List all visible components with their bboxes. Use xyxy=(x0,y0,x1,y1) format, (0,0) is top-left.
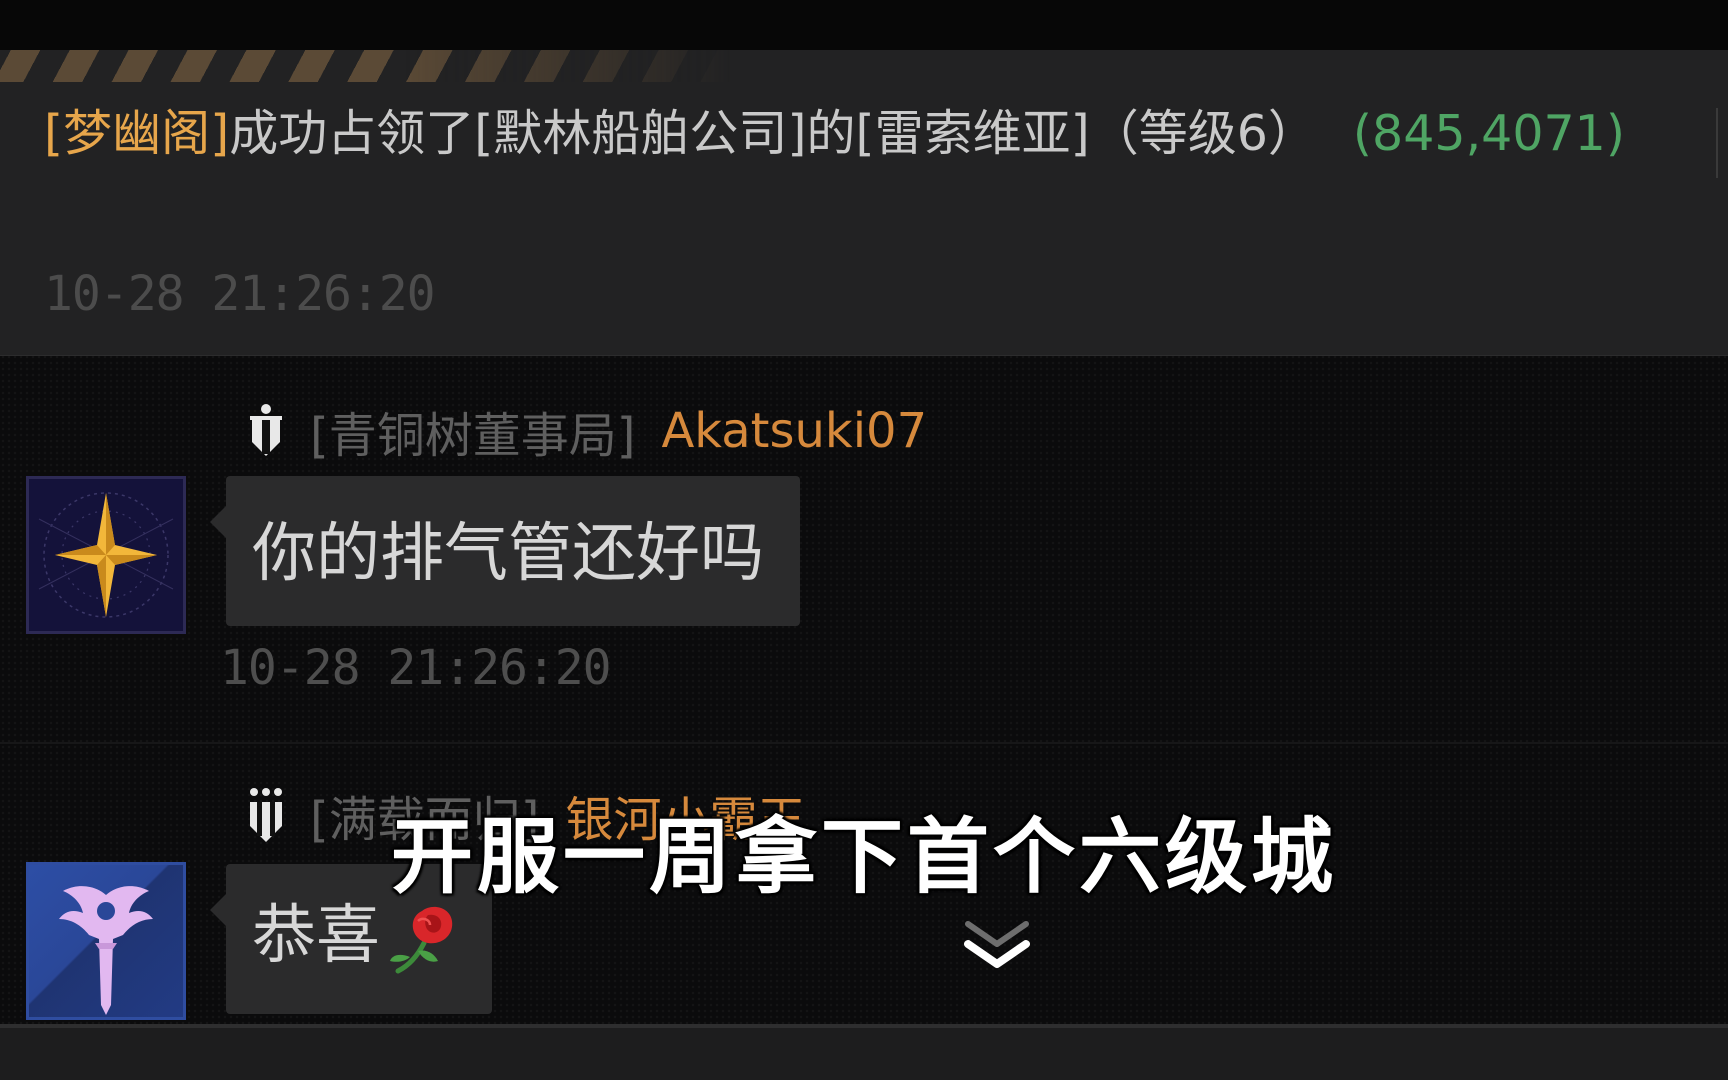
rose-icon xyxy=(390,907,453,974)
chat-input-bar[interactable] xyxy=(0,1024,1728,1080)
top-bar xyxy=(0,0,1728,50)
compass-star-icon xyxy=(38,492,174,618)
message-text: 恭喜 xyxy=(252,899,380,973)
message-text: 你的排气管还好吗 xyxy=(252,517,764,591)
hazard-stripes xyxy=(0,50,730,82)
message-bubble[interactable]: 你的排气管还好吗 xyxy=(210,476,800,626)
announcement-company: [默林船舶公司] xyxy=(474,105,807,162)
chat-screen: [梦幽阁]成功占领了[默林船舶公司]的[雷索维亚]（等级6） (845,4071)… xyxy=(0,0,1728,1080)
announcement-coords-link[interactable]: (845,4071) xyxy=(1353,105,1625,162)
video-subtitle: 开服一周拿下首个六级城 xyxy=(390,810,1337,905)
member-rank-icon xyxy=(250,404,282,456)
announcement-timestamp: 10-28 21:26:20 xyxy=(44,266,436,322)
message-timestamp: 10-28 21:26:20 xyxy=(220,640,612,696)
sender-avatar[interactable] xyxy=(26,476,186,634)
sender-alliance: [青铜树董事局] xyxy=(310,408,636,464)
system-announcement-card: [梦幽阁]成功占领了[默林船舶公司]的[雷索维亚]（等级6） (845,4071)… xyxy=(0,50,1728,356)
message-header: [青铜树董事局] Akatsuki07 xyxy=(246,396,927,466)
message-divider xyxy=(0,742,1728,744)
sender-username[interactable]: Akatsuki07 xyxy=(661,403,927,459)
announcement-of: 的 xyxy=(806,105,856,162)
announcement-verb: 成功占领了 xyxy=(229,105,475,162)
announcement-text: [梦幽阁]成功占领了[默林船舶公司]的[雷索维亚]（等级6） (845,4071) xyxy=(44,96,1625,172)
announcement-alliance-link[interactable]: [梦幽阁] xyxy=(44,105,229,162)
scroll-down-chevron-icon[interactable] xyxy=(962,916,1032,976)
announcement-city: [雷索维亚] xyxy=(855,105,1090,162)
card-edge-decoration xyxy=(1716,108,1728,178)
announcement-level: （等级6） xyxy=(1089,105,1317,162)
